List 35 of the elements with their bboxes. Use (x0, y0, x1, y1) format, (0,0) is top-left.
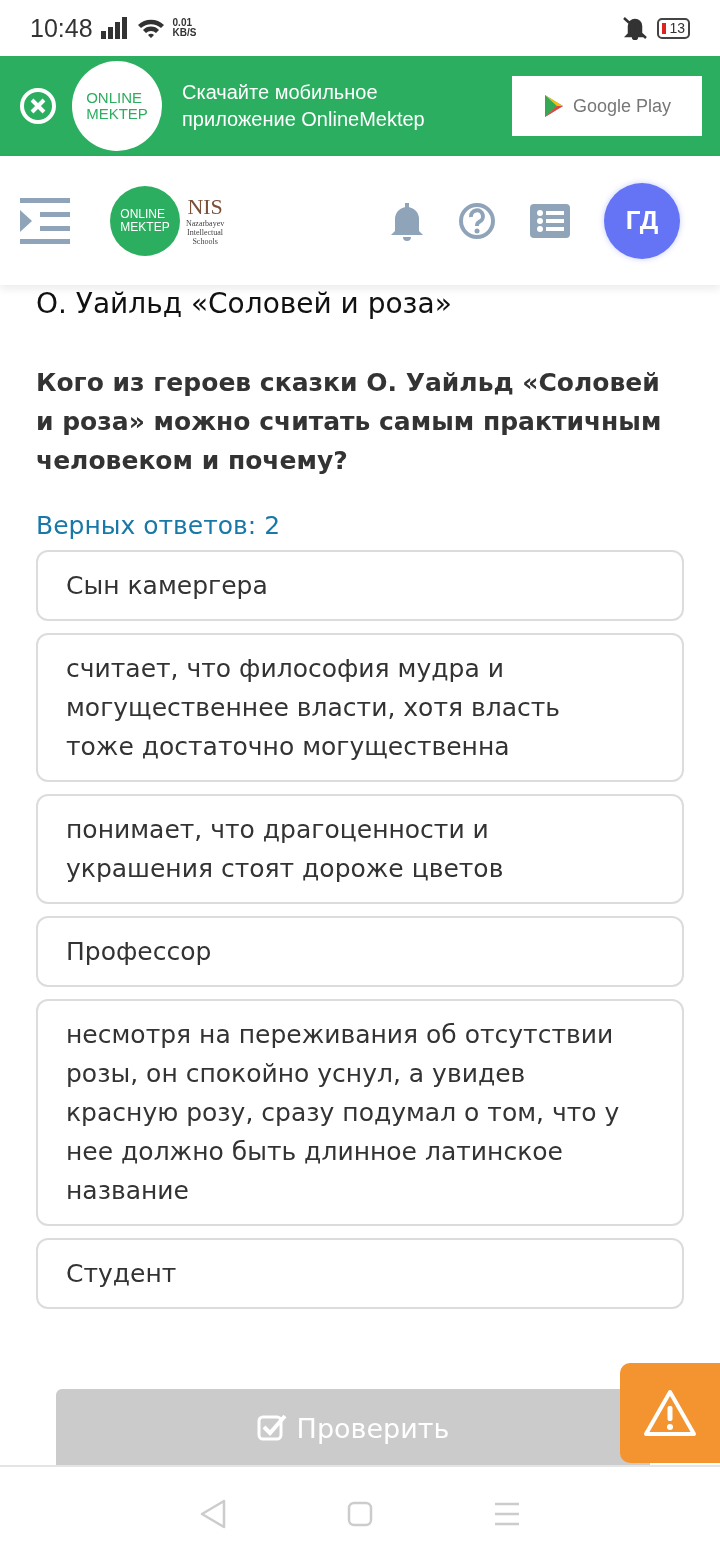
bell-icon[interactable] (390, 200, 424, 241)
answer-option[interactable]: Профессор (36, 916, 684, 987)
answer-option[interactable]: Студент (36, 1238, 684, 1309)
partner-text: Schools (192, 237, 218, 246)
network-speed: 0.01 (172, 18, 194, 28)
help-icon[interactable] (458, 201, 496, 240)
warning-icon (643, 1389, 697, 1437)
recents-icon[interactable] (493, 1501, 520, 1526)
logo: ONLINE MEKTEP (72, 61, 162, 151)
signal-icon (100, 17, 129, 39)
answer-option[interactable]: несмотря на переживания об отсутствии розы, он спокойно уснул, а увидев красную розу, сразу подумал о том, что у нее должно быть длинное латинское название (36, 999, 684, 1226)
checkbox-icon (256, 1413, 287, 1441)
lesson-title: О. Уайльд «Соловей и роза» (36, 287, 453, 321)
answer-option[interactable]: Сын камергера (36, 550, 684, 621)
banner-text: Скачайте мобильное приложение OnlineMektep (181, 80, 426, 132)
answer-count: Верных ответов: 2 (36, 510, 282, 542)
answer-option[interactable]: понимает, что драгоценности и украшения стоят дороже цветов (36, 794, 684, 904)
wifi-icon (136, 17, 165, 39)
battery-indicator: 13 (657, 17, 690, 39)
user-avatar[interactable]: ГД (604, 182, 680, 259)
menu-icon[interactable] (20, 195, 70, 246)
report-button[interactable] (620, 1363, 720, 1463)
close-icon[interactable] (18, 86, 58, 126)
home-icon[interactable] (347, 1500, 373, 1527)
partner-logo: NIS (187, 195, 223, 219)
partner-text: Intellectual (187, 228, 224, 237)
back-icon[interactable] (200, 1498, 227, 1529)
play-icon (542, 94, 565, 118)
store-button[interactable]: Google Play (512, 76, 702, 136)
question-text: Кого из героев сказки О. Уайльд «Соловей и роза» можно считать самым практичным человеком и почему? (36, 367, 663, 477)
speed-unit: KB/S (172, 28, 197, 38)
clock-time: 10:48 (30, 13, 93, 43)
list-icon[interactable] (530, 203, 570, 238)
answer-option[interactable]: считает, что философия мудра и могущественнее власти, хотя власть тоже достаточно могущественна (36, 633, 684, 782)
partner-text: Nazarbayev (186, 219, 225, 228)
